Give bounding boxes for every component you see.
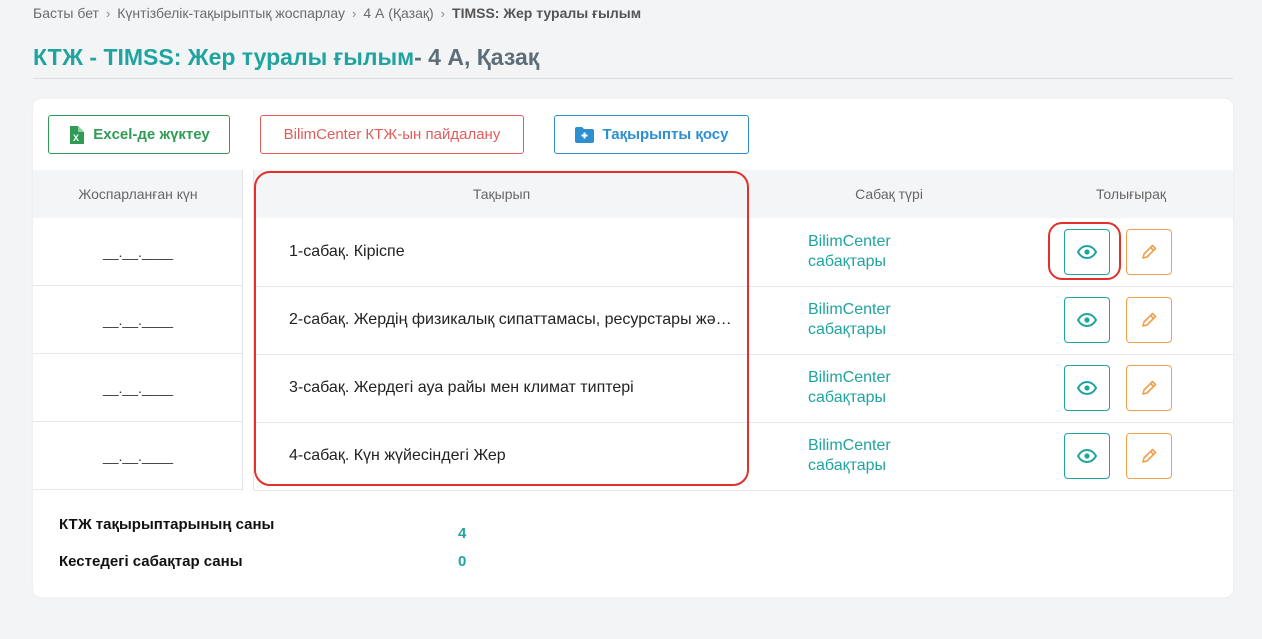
- lesson-type-line1: BilimCenter: [808, 233, 891, 250]
- pencil-icon: [1142, 448, 1157, 463]
- row-divider: [254, 422, 1233, 423]
- topics-count-label: КТЖ тақырыптарының саны: [59, 516, 275, 533]
- chevron-right-icon: ›: [440, 5, 446, 21]
- excel-icon: X: [68, 125, 85, 144]
- eye-icon: [1077, 245, 1097, 259]
- topic-column-divider: [253, 170, 254, 490]
- date-cell: __.__.____: [33, 422, 243, 490]
- eye-icon: [1077, 313, 1097, 327]
- lesson-type-line2: сабақтары: [808, 321, 887, 338]
- use-bilimcenter-plan-button[interactable]: BilimCenter КТЖ-ын пайдалану: [260, 115, 524, 154]
- add-topic-button[interactable]: Тақырыпты қосу: [554, 115, 749, 154]
- lesson-type-line2: сабақтары: [808, 253, 887, 270]
- header-details: Толығырақ: [1029, 170, 1233, 218]
- row-divider: [254, 354, 1233, 355]
- title-divider: [33, 78, 1233, 79]
- folder-plus-icon: [574, 126, 594, 143]
- excel-download-button[interactable]: X Excel-де жүктеу: [48, 115, 230, 154]
- lesson-type-cell: BilimCenter сабақтары: [808, 232, 891, 272]
- view-button[interactable]: [1064, 297, 1110, 343]
- plan-card: X Excel-де жүктеу BilimCenter КТЖ-ын пай…: [33, 99, 1233, 597]
- svg-text:X: X: [73, 133, 79, 143]
- date-cell: __.__.____: [33, 354, 243, 422]
- topic-cell: 4-сабақ. Күн жүйесіндегі Жер: [289, 447, 506, 464]
- breadcrumb-planning[interactable]: Күнтізбелік-тақырыптық жоспарлау: [117, 5, 345, 21]
- edit-button[interactable]: [1126, 297, 1172, 343]
- add-topic-label: Тақырыпты қосу: [602, 126, 729, 143]
- pencil-icon: [1142, 380, 1157, 395]
- row-divider: [254, 490, 1233, 491]
- pencil-icon: [1142, 244, 1157, 259]
- excel-download-label: Excel-де жүктеу: [93, 126, 210, 143]
- eye-icon: [1077, 449, 1097, 463]
- header-planned-date: Жоспарланған күн: [33, 170, 243, 218]
- view-button[interactable]: [1064, 229, 1110, 275]
- edit-button[interactable]: [1126, 365, 1172, 411]
- date-cell: __.__.____: [33, 218, 243, 286]
- lesson-type-cell: BilimCenter сабақтары: [808, 300, 891, 340]
- edit-button[interactable]: [1126, 229, 1172, 275]
- view-button[interactable]: [1064, 365, 1110, 411]
- topic-cell: 2-сабақ. Жердің физикалық сипаттамасы, р…: [289, 311, 739, 328]
- lesson-type-line2: сабақтары: [808, 457, 887, 474]
- lesson-type-line1: BilimCenter: [808, 369, 891, 386]
- breadcrumb: Басты бет › Күнтізбелік-тақырыптық жоспа…: [33, 5, 641, 21]
- chevron-right-icon: ›: [105, 5, 111, 21]
- page-title-sub: - 4 А, Қазақ: [414, 44, 540, 70]
- date-column-divider: [242, 170, 243, 490]
- lesson-type-line1: BilimCenter: [808, 437, 891, 454]
- lessons-count-value: 0: [458, 553, 467, 570]
- header-lesson-type: Сабақ түрі: [749, 170, 1029, 218]
- row-divider: [254, 286, 1233, 287]
- edit-button[interactable]: [1126, 433, 1172, 479]
- breadcrumb-class[interactable]: 4 А (Қазақ): [363, 5, 433, 21]
- view-button[interactable]: [1064, 433, 1110, 479]
- breadcrumb-home[interactable]: Басты бет: [33, 5, 99, 21]
- breadcrumb-current: TIMSS: Жер туралы ғылым: [452, 5, 642, 21]
- chevron-right-icon: ›: [351, 5, 357, 21]
- header-topic: Тақырып: [254, 170, 749, 218]
- page-title: КТЖ - TIMSS: Жер туралы ғылым- 4 А, Қаза…: [33, 44, 539, 71]
- lessons-count-label: Кестедегі сабақтар саны: [59, 553, 243, 570]
- lesson-type-cell: BilimCenter сабақтары: [808, 368, 891, 408]
- pencil-icon: [1142, 312, 1157, 327]
- topic-cell: 3-сабақ. Жердегі ауа райы мен климат тип…: [289, 379, 634, 396]
- lesson-type-cell: BilimCenter сабақтары: [808, 436, 891, 476]
- use-bilimcenter-plan-label: BilimCenter КТЖ-ын пайдалану: [283, 126, 501, 143]
- lesson-type-line2: сабақтары: [808, 389, 887, 406]
- eye-icon: [1077, 381, 1097, 395]
- topic-cell: 1-сабақ. Кіріспе: [289, 243, 405, 260]
- lesson-type-line1: BilimCenter: [808, 301, 891, 318]
- page-title-main: КТЖ - TIMSS: Жер туралы ғылым: [33, 44, 415, 70]
- date-cell: __.__.____: [33, 286, 243, 354]
- topics-count-value: 4: [458, 525, 467, 542]
